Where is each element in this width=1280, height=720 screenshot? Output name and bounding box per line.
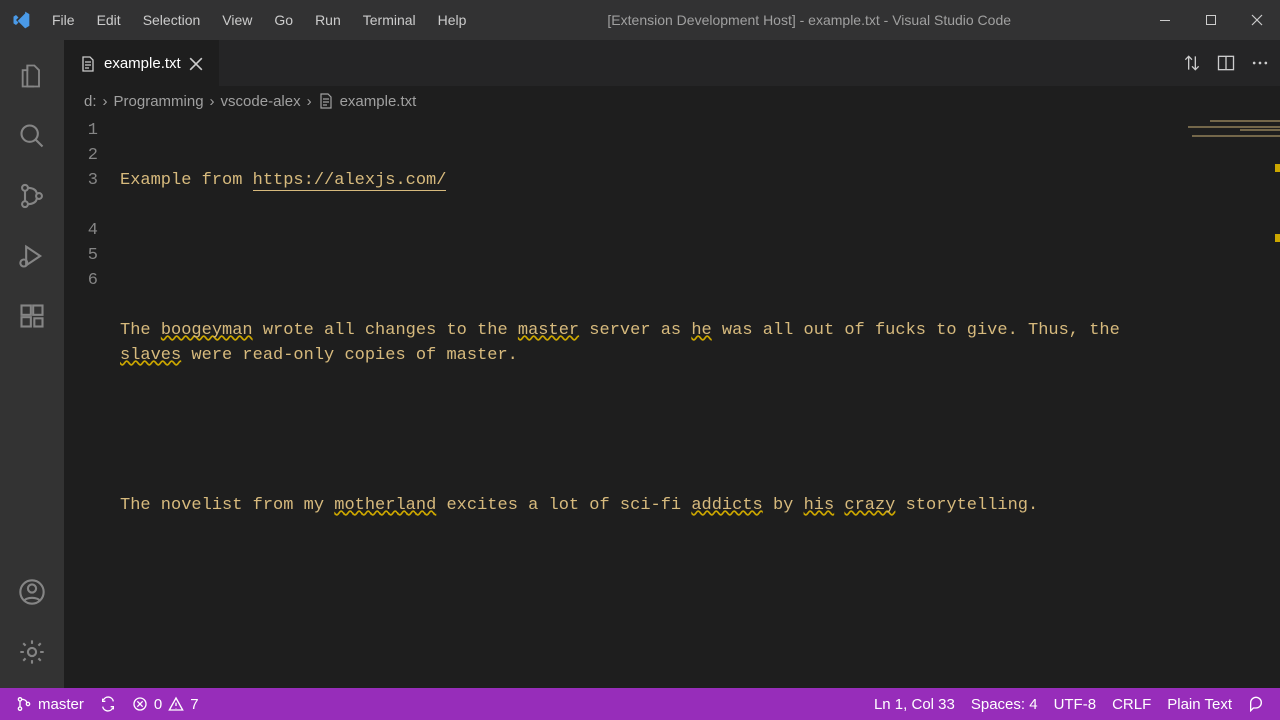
file-lines-icon — [318, 93, 334, 109]
accounts-icon[interactable] — [8, 568, 56, 616]
maximize-button[interactable] — [1188, 0, 1234, 40]
line-number: 4 — [64, 218, 98, 243]
status-bar: master 0 7 Ln 1, Col 33 Spaces: 4 UTF-8 … — [0, 688, 1280, 720]
breadcrumb-file[interactable]: example.txt — [340, 93, 417, 110]
line-number: 1 — [64, 118, 98, 143]
close-icon[interactable] — [189, 57, 203, 71]
status-eol[interactable]: CRLF — [1104, 696, 1159, 713]
run-debug-icon[interactable] — [8, 232, 56, 280]
title-bar: File Edit Selection View Go Run Terminal… — [0, 0, 1280, 40]
close-button[interactable] — [1234, 0, 1280, 40]
menu-selection[interactable]: Selection — [133, 8, 211, 32]
line-gutter: 1 2 3 4 5 6 — [64, 116, 120, 688]
tab-label: example.txt — [104, 55, 181, 72]
split-editor-icon[interactable] — [1216, 53, 1236, 73]
line-number: 6 — [64, 268, 98, 293]
status-branch[interactable]: master — [8, 696, 92, 713]
minimap[interactable] — [1180, 116, 1280, 688]
chevron-right-icon: › — [307, 93, 312, 110]
more-actions-icon[interactable] — [1250, 53, 1270, 73]
source-control-icon[interactable] — [8, 172, 56, 220]
tab-example[interactable]: example.txt — [64, 40, 219, 86]
line-number: 5 — [64, 243, 98, 268]
status-cursor-position[interactable]: Ln 1, Col 33 — [866, 696, 963, 713]
file-lines-icon — [80, 56, 96, 72]
search-icon[interactable] — [8, 112, 56, 160]
menu-edit[interactable]: Edit — [87, 8, 131, 32]
menu-file[interactable]: File — [42, 8, 85, 32]
breadcrumb[interactable]: d: › Programming › vscode-alex › example… — [64, 86, 1280, 116]
breadcrumb-folder[interactable]: vscode-alex — [221, 93, 301, 110]
compare-icon[interactable] — [1182, 53, 1202, 73]
status-indentation[interactable]: Spaces: 4 — [963, 696, 1046, 713]
breadcrumb-drive[interactable]: d: — [84, 93, 97, 110]
breadcrumb-folder[interactable]: Programming — [114, 93, 204, 110]
tab-bar: example.txt — [64, 40, 1280, 86]
url-link[interactable]: https://alexjs.com/ — [253, 171, 447, 191]
settings-gear-icon[interactable] — [8, 628, 56, 676]
line-number: 3 — [64, 168, 98, 193]
text-editor[interactable]: 1 2 3 4 5 6 Example from https://alexjs.… — [64, 116, 1280, 688]
menu-view[interactable]: View — [212, 8, 262, 32]
menu-bar: File Edit Selection View Go Run Terminal… — [42, 8, 476, 32]
code-content[interactable]: Example from https://alexjs.com/ The boo… — [120, 116, 1280, 688]
activity-bar — [0, 40, 64, 688]
status-problems[interactable]: 0 7 — [124, 696, 207, 713]
status-encoding[interactable]: UTF-8 — [1046, 696, 1105, 713]
status-sync[interactable] — [92, 696, 124, 712]
status-language[interactable]: Plain Text — [1159, 696, 1240, 713]
minimize-button[interactable] — [1142, 0, 1188, 40]
chevron-right-icon: › — [103, 93, 108, 110]
menu-go[interactable]: Go — [264, 8, 303, 32]
vscode-logo-icon — [8, 7, 34, 33]
window-title: [Extension Development Host] - example.t… — [476, 12, 1142, 28]
menu-terminal[interactable]: Terminal — [353, 8, 426, 32]
chevron-right-icon: › — [210, 93, 215, 110]
extensions-icon[interactable] — [8, 292, 56, 340]
menu-help[interactable]: Help — [428, 8, 477, 32]
line-number: 2 — [64, 143, 98, 168]
explorer-icon[interactable] — [8, 52, 56, 100]
status-feedback-icon[interactable] — [1240, 696, 1272, 712]
menu-run[interactable]: Run — [305, 8, 351, 32]
